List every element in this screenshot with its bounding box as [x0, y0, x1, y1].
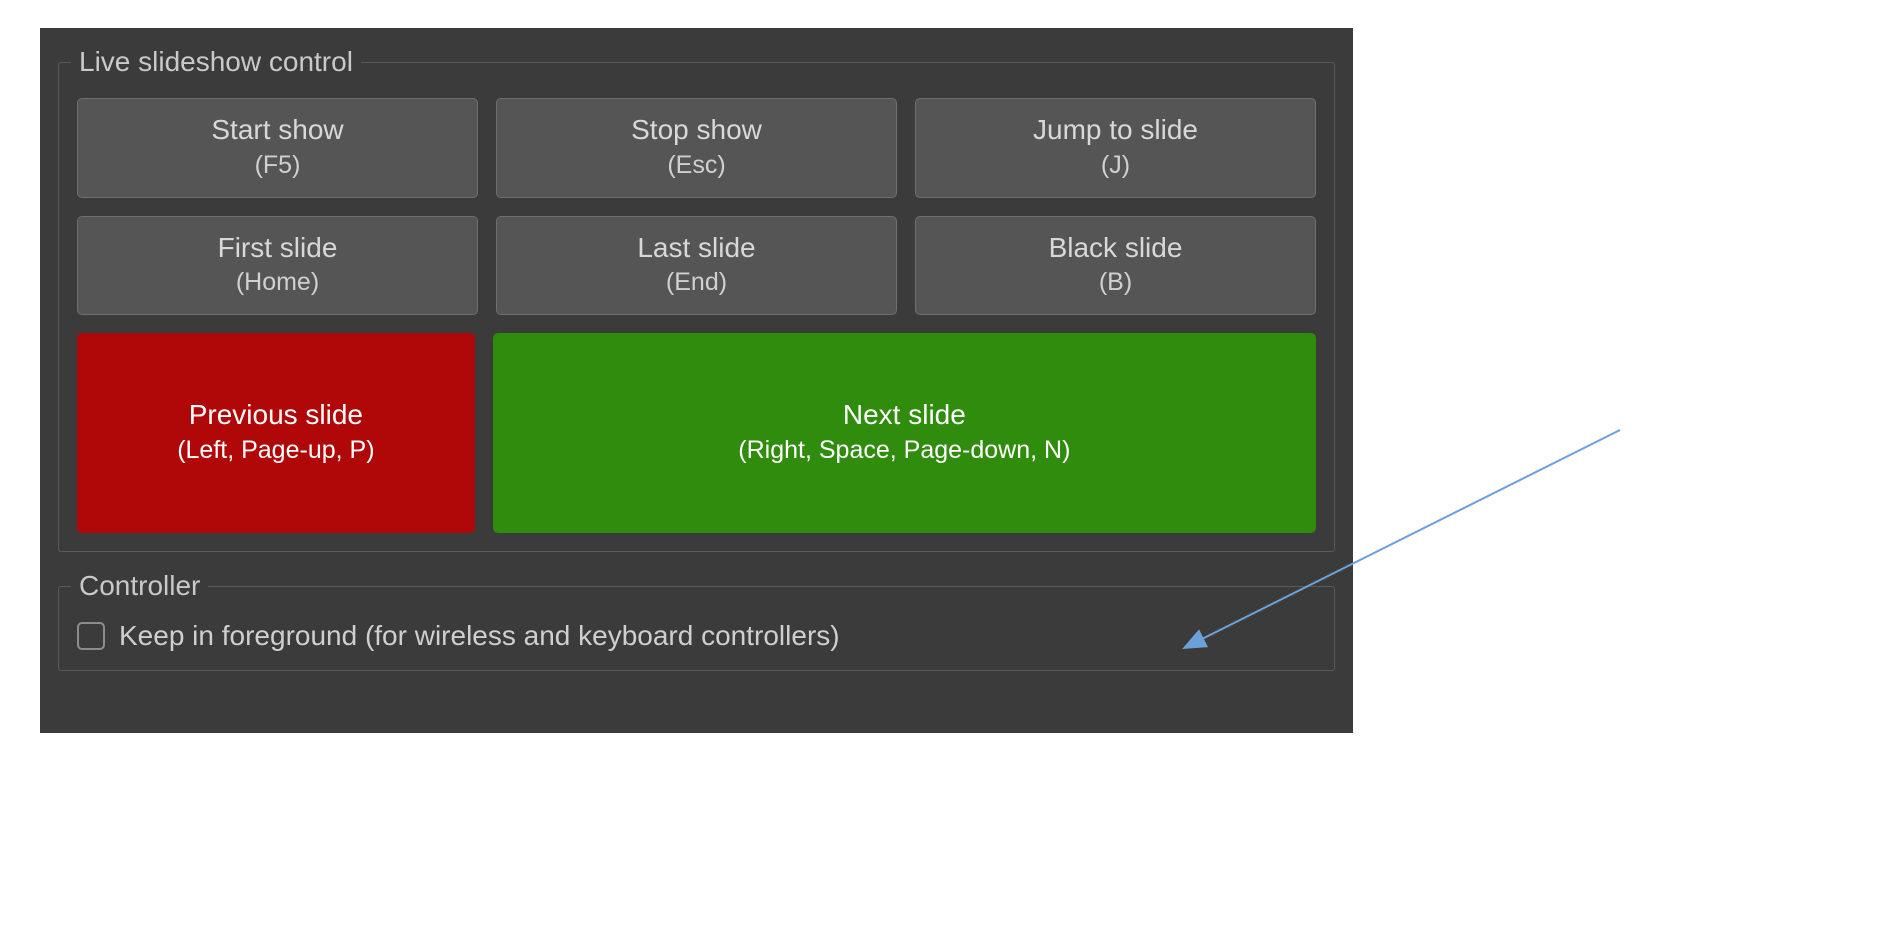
controller-group: Controller Keep in foreground (for wirel… [58, 570, 1335, 671]
next-slide-shortcut: (Right, Space, Page-down, N) [738, 434, 1070, 468]
checkbox-box-icon [77, 622, 105, 650]
previous-slide-label: Previous slide [189, 396, 363, 434]
start-show-button[interactable]: Start show (F5) [77, 98, 478, 198]
previous-slide-button[interactable]: Previous slide (Left, Page-up, P) [77, 333, 475, 533]
black-slide-button[interactable]: Black slide (B) [915, 216, 1316, 316]
controller-legend: Controller [71, 570, 208, 602]
previous-slide-shortcut: (Left, Page-up, P) [177, 434, 374, 468]
start-show-label: Start show [211, 111, 343, 149]
mid-button-row: First slide (Home) Last slide (End) Blac… [77, 216, 1316, 316]
last-slide-shortcut: (End) [666, 266, 727, 300]
jump-to-slide-label: Jump to slide [1033, 111, 1198, 149]
bottom-button-row: Previous slide (Left, Page-up, P) Next s… [77, 333, 1316, 533]
keep-in-foreground-checkbox[interactable]: Keep in foreground (for wireless and key… [77, 620, 1316, 652]
jump-to-slide-button[interactable]: Jump to slide (J) [915, 98, 1316, 198]
first-slide-label: First slide [218, 229, 338, 267]
first-slide-button[interactable]: First slide (Home) [77, 216, 478, 316]
slideshow-control-panel: Live slideshow control Start show (F5) S… [40, 28, 1353, 733]
start-show-shortcut: (F5) [255, 149, 301, 183]
black-slide-shortcut: (B) [1099, 266, 1132, 300]
next-slide-button[interactable]: Next slide (Right, Space, Page-down, N) [493, 333, 1316, 533]
last-slide-label: Last slide [637, 229, 755, 267]
stop-show-label: Stop show [631, 111, 762, 149]
top-button-row: Start show (F5) Stop show (Esc) Jump to … [77, 98, 1316, 198]
stop-show-shortcut: (Esc) [667, 149, 725, 183]
stop-show-button[interactable]: Stop show (Esc) [496, 98, 897, 198]
live-slideshow-legend: Live slideshow control [71, 46, 361, 78]
first-slide-shortcut: (Home) [236, 266, 319, 300]
keep-in-foreground-label: Keep in foreground (for wireless and key… [119, 620, 840, 652]
jump-to-slide-shortcut: (J) [1101, 149, 1130, 183]
live-slideshow-control-group: Live slideshow control Start show (F5) S… [58, 46, 1335, 552]
last-slide-button[interactable]: Last slide (End) [496, 216, 897, 316]
black-slide-label: Black slide [1049, 229, 1183, 267]
next-slide-label: Next slide [843, 396, 966, 434]
